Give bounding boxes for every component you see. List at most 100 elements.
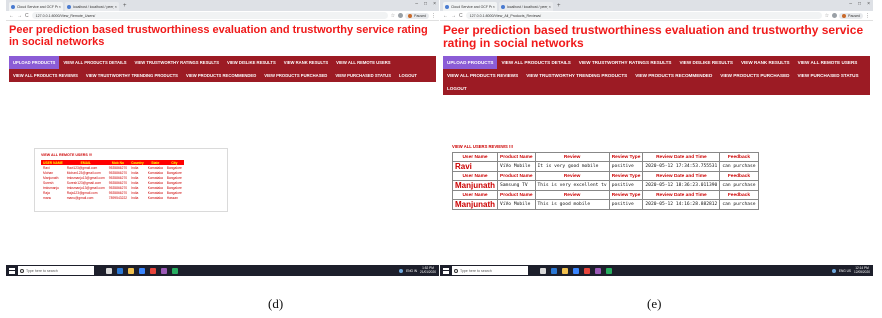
close-icon[interactable]: × (493, 4, 495, 9)
edge-icon[interactable] (117, 267, 123, 274)
menu-item-view-purchased-status[interactable]: VIEW PURCHASED STATUS (331, 69, 395, 82)
windows-start-icon[interactable] (9, 267, 15, 274)
close-icon[interactable]: × (549, 4, 551, 9)
taskbar-search-input[interactable]: Type here to search (452, 266, 528, 275)
chrome-icon[interactable] (150, 267, 156, 274)
menu-item-view-purchased-status[interactable]: VIEW PURCHASED STATUS (793, 69, 862, 82)
taskbar-search-input[interactable]: Type here to search (18, 266, 94, 275)
windows-start-icon[interactable] (443, 267, 449, 274)
browser-tab-1[interactable]: Cloud Service and OCF Provider × (443, 2, 497, 11)
minimize-icon[interactable]: – (415, 1, 418, 7)
app-icon[interactable] (606, 267, 612, 274)
network-icon[interactable] (831, 268, 836, 273)
menu-item-view-dislike-results[interactable]: VIEW DISLIKE RESULTS (223, 56, 280, 69)
url-field[interactable]: 127.0.0.1:8000/View_All_Products_Reviews… (465, 12, 822, 19)
menu-item-upload-products[interactable]: UPLOAD PRODUCTS (443, 56, 498, 69)
maximize-icon[interactable]: □ (424, 1, 427, 7)
table-cell: tmksmanju13@gmail.com (66, 175, 105, 180)
close-icon[interactable]: × (115, 4, 117, 9)
maximize-icon[interactable]: □ (858, 1, 861, 7)
taskbar-clock[interactable]: 12:14 PM 12/05/2020 (854, 266, 870, 275)
main-menu: UPLOAD PRODUCTS VIEW ALL PRODUCTS DETAIL… (443, 56, 870, 95)
star-icon[interactable]: ☆ (391, 13, 395, 19)
menu-item-view-trustworthy-ratings[interactable]: VIEW TRUSTWORTHY RATINGS RESULTS (131, 56, 223, 69)
clock-date: 21/01/2020 (420, 269, 436, 274)
table-cell: Bangalore (166, 185, 182, 190)
window-controls: – □ × (849, 1, 870, 7)
new-tab-icon[interactable]: + (121, 2, 129, 11)
app-icon[interactable] (172, 267, 178, 274)
table-cell: can purchase (719, 180, 759, 191)
menu-item-view-dislike-results[interactable]: VIEW DISLIKE RESULTS (675, 56, 737, 69)
windows-taskbar: Type here to search ENG US 12:14 PM 12/0… (440, 265, 873, 276)
minimize-icon[interactable]: – (849, 1, 852, 7)
menu-item-logout[interactable]: LOGOUT (443, 82, 471, 95)
edge-icon[interactable] (551, 267, 557, 274)
table-cell: Karnataka (147, 195, 163, 200)
menu-item-view-products-purchased[interactable]: VIEW PRODUCTS PURCHASED (716, 69, 793, 82)
extension-icon[interactable] (832, 13, 838, 18)
back-icon[interactable]: ← (443, 13, 448, 19)
star-icon[interactable]: ☆ (825, 13, 829, 19)
menu-item-view-trending-products[interactable]: VIEW TRUSTWORTHY TRENDING PRODUCTS (522, 69, 631, 82)
menu-item-view-rank-results[interactable]: VIEW RANK RESULTS (737, 56, 794, 69)
close-icon[interactable]: × (59, 4, 61, 9)
more-menu-icon[interactable]: ⋮ (431, 13, 436, 19)
browser-tab-2[interactable]: localhost / localhost / peer_pre × (499, 2, 553, 11)
app-icon[interactable] (161, 267, 167, 274)
store-icon[interactable] (139, 267, 145, 274)
back-icon[interactable]: ← (9, 13, 14, 19)
menu-item-view-all-products-details[interactable]: VIEW ALL PRODUCTS DETAILS (497, 56, 574, 69)
chrome-icon[interactable] (584, 267, 590, 274)
profile-button[interactable]: Paused (839, 12, 863, 19)
close-window-icon[interactable]: × (867, 1, 870, 7)
table-header-row: User Name Product Name Review Review Type Re… (452, 171, 759, 181)
close-window-icon[interactable]: × (433, 1, 436, 7)
url-field[interactable]: 127.0.0.1:8000/View_Remote_Users/ (31, 12, 388, 19)
forward-icon[interactable]: → (17, 13, 22, 19)
menu-item-view-all-products-reviews[interactable]: VIEW ALL PRODUCTS REVIEWS (443, 69, 522, 82)
table-cell: can purchase (719, 161, 759, 172)
search-placeholder: Type here to search (26, 268, 58, 273)
remote-users-card: VIEW ALL REMOTE USERS !!! USER NAME EMAI… (34, 148, 228, 212)
window-controls: – □ × (415, 1, 436, 7)
task-view-icon[interactable] (540, 267, 546, 274)
taskbar-clock[interactable]: 1:52 PM 21/01/2020 (420, 266, 436, 275)
reload-icon[interactable]: C (459, 13, 463, 19)
file-explorer-icon[interactable] (128, 267, 134, 274)
menu-item-view-all-products-details[interactable]: VIEW ALL PRODUCTS DETAILS (59, 56, 130, 69)
database-icon (67, 4, 71, 9)
table-row: Manjunath ViVo Mobile This is good mobile p… (452, 199, 759, 210)
menu-item-logout[interactable]: LOGOUT (395, 69, 421, 82)
menu-item-view-trending-products[interactable]: VIEW TRUSTWORTHY TRENDING PRODUCTS (82, 69, 182, 82)
new-tab-icon[interactable]: + (555, 2, 563, 11)
table-cell: Suresh123@gmail.com (66, 180, 102, 185)
menu-item-view-rank-results[interactable]: VIEW RANK RESULTS (280, 56, 332, 69)
table-cell: 9535866270 (108, 180, 128, 185)
extension-icon[interactable] (398, 13, 404, 18)
menu-item-upload-products[interactable]: UPLOAD PRODUCTS (9, 56, 60, 69)
task-view-icon[interactable] (106, 267, 112, 274)
menu-item-view-all-remote-users[interactable]: VIEW ALL REMOTE USERS (794, 56, 862, 69)
profile-button[interactable]: Paused (405, 12, 429, 19)
language-indicator[interactable]: ENG IN (406, 269, 417, 273)
network-icon[interactable] (399, 268, 404, 273)
menu-item-view-all-remote-users[interactable]: VIEW ALL REMOTE USERS (332, 56, 394, 69)
language-indicator[interactable]: ENG US (839, 269, 851, 273)
menu-item-view-products-purchased[interactable]: VIEW PRODUCTS PURCHASED (260, 69, 331, 82)
forward-icon[interactable]: → (451, 13, 456, 19)
menu-item-view-all-products-reviews[interactable]: VIEW ALL PRODUCTS REVIEWS (9, 69, 82, 82)
app-icon[interactable] (595, 267, 601, 274)
menu-item-view-products-recommended[interactable]: VIEW PRODUCTS RECOMMENDED (631, 69, 716, 82)
table-cell: Samsung TV (497, 180, 536, 191)
menu-item-view-products-recommended[interactable]: VIEW PRODUCTS RECOMMENDED (182, 69, 260, 82)
reviews-title: VIEW ALL USERS REVIEWS !!! (452, 144, 514, 149)
reload-icon[interactable]: C (25, 13, 29, 19)
menu-item-view-trustworthy-ratings[interactable]: VIEW TRUSTWORTHY RATINGS RESULTS (575, 56, 676, 69)
file-explorer-icon[interactable] (562, 267, 568, 274)
store-icon[interactable] (573, 267, 579, 274)
browser-tab-1[interactable]: Cloud Service and OCF Provider × (9, 2, 63, 11)
browser-tab-2[interactable]: localhost / localhost / peer_pre × (65, 2, 119, 11)
more-menu-icon[interactable]: ⋮ (865, 13, 870, 19)
table-cell: Karnataka (147, 190, 163, 195)
